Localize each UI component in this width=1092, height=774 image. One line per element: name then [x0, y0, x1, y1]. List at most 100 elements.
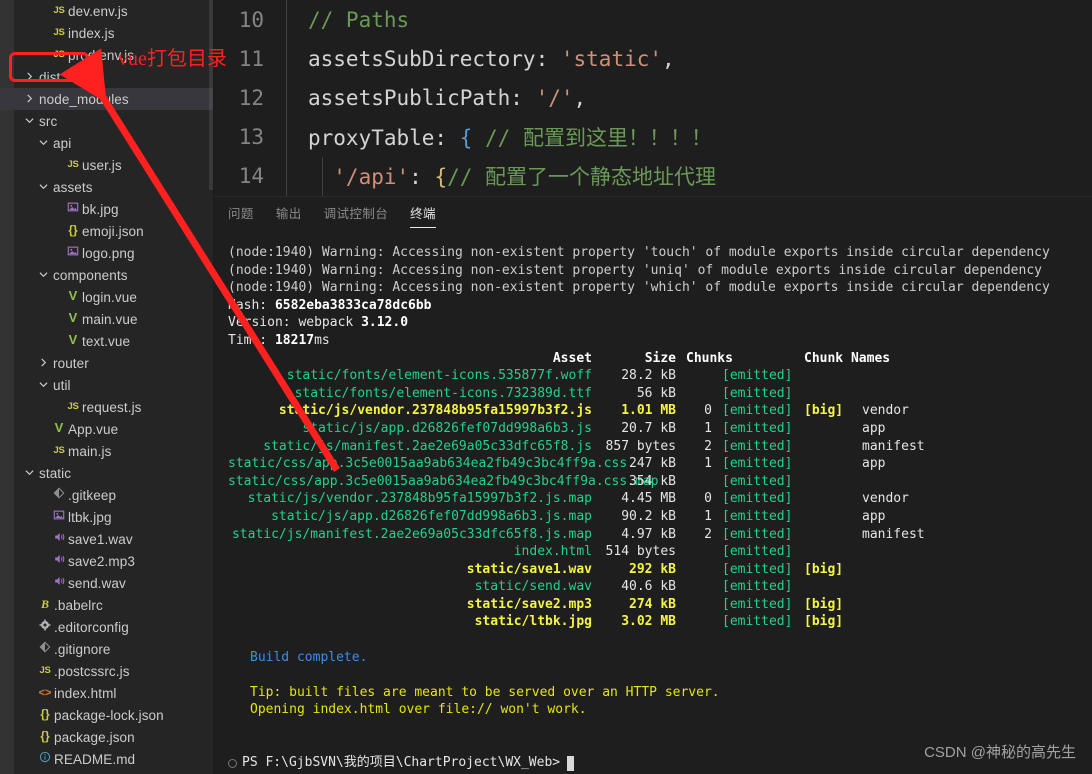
chevron-down-icon[interactable]: [22, 462, 36, 484]
panel-tab-1[interactable]: 输出: [276, 203, 302, 228]
file-explorer-sidebar[interactable]: JS dev.env.js JS index.js JS prod.env.js dist n…: [0, 0, 214, 774]
chevron-right-icon[interactable]: [22, 88, 36, 110]
tree-item-bk-jpg[interactable]: bk.jpg: [0, 198, 213, 220]
tree-item-text-vue[interactable]: Vtext.vue: [0, 330, 213, 352]
tree-item-src[interactable]: src: [0, 110, 213, 132]
terminal-output[interactable]: (node:1940) Warning: Accessing non-exist…: [214, 228, 1092, 774]
tree-item-main-vue[interactable]: Vmain.vue: [0, 308, 213, 330]
tree-item-components[interactable]: components: [0, 264, 213, 286]
tree-item-label: index.html: [54, 685, 117, 701]
tree-item-postcssrc-js[interactable]: JS .postcssrc.js: [0, 660, 213, 682]
tree-item-package-json[interactable]: {} package.json: [0, 726, 213, 748]
tree-item-request-js[interactable]: JS request.js: [0, 396, 213, 418]
asset-name: static/js/vendor.237848b95fa15997b3f2.js: [278, 403, 592, 419]
terminal-text: Hash:: [228, 297, 275, 313]
tree-item-main-js[interactable]: JS main.js: [0, 440, 213, 462]
tree-item-label: package-lock.json: [54, 707, 164, 723]
tree-item-editorconfig[interactable]: .editorconfig: [0, 616, 213, 638]
asset-big-flag: [804, 420, 862, 438]
code-line[interactable]: 12 assetsPublicPath: '/',: [214, 78, 1092, 118]
asset-big-flag: [big]: [804, 614, 844, 630]
chevron-down-icon[interactable]: [36, 264, 50, 286]
tree-item-app-vue[interactable]: V App.vue: [0, 418, 213, 440]
panel-tab-bar[interactable]: 问题 输出 调试控制台 终端: [214, 197, 1092, 228]
tree-item-readme-md[interactable]: README.md: [0, 748, 213, 770]
line-number: 11: [238, 46, 264, 71]
tree-item-router[interactable]: router: [0, 352, 213, 374]
tree-item-send-wav[interactable]: send.wav: [0, 572, 213, 594]
terminal-text: 18217: [274, 332, 315, 348]
terminal-blank: [228, 666, 1092, 684]
panel-tab-2[interactable]: 调试控制台: [324, 203, 389, 228]
git-file-icon: [50, 484, 68, 506]
tree-item-save2-mp3[interactable]: save2.mp3: [0, 550, 213, 572]
code-line[interactable]: 13 proxyTable: { // 配置到这里！！！！: [214, 117, 1092, 157]
terminal-tip-line-1: Tip: built files are meant to be served …: [228, 684, 1092, 702]
asset-table-row: static/ltbk.jpg 3.02 MB [emitted] [big]: [228, 613, 1092, 631]
tree-item-dist[interactable]: dist: [0, 66, 213, 88]
chevron-down-icon[interactable]: [22, 110, 36, 132]
tree-item-gitignore[interactable]: .gitignore: [0, 638, 213, 660]
chevron-right-icon[interactable]: [22, 66, 36, 88]
asset-emitted: [emitted]: [722, 614, 793, 630]
code-content: assetsPublicPath: '/',: [286, 78, 1092, 118]
tree-item-label: request.js: [82, 399, 142, 415]
panel-tab-3[interactable]: 终端: [410, 203, 436, 228]
asset-chunk-name: [862, 385, 1002, 403]
tree-item-emoji-json[interactable]: {} emoji.json: [0, 220, 213, 242]
js-file-icon: JS: [53, 27, 65, 38]
code-editor[interactable]: 10 // Paths 11 assetsSubDirectory: 'static'…: [214, 0, 1092, 196]
build-complete-text: Build complete.: [250, 649, 368, 665]
tree-item-index-html[interactable]: <> index.html: [0, 682, 213, 704]
tree-item-prod-env-js[interactable]: JS prod.env.js: [0, 44, 213, 66]
terminal-blank: [228, 631, 1092, 649]
tree-item-logo-png[interactable]: logo.png: [0, 242, 213, 264]
asset-emitted: [emitted]: [722, 526, 793, 542]
file-tree[interactable]: JS dev.env.js JS index.js JS prod.env.js dist n…: [0, 0, 213, 770]
asset-chunk-name: [862, 543, 1002, 561]
asset-name: static/ltbk.jpg: [474, 614, 592, 630]
tree-item-save1-wav[interactable]: save1.wav: [0, 528, 213, 550]
sidebar-scrollbar[interactable]: [209, 0, 213, 190]
asset-emitted: [emitted]: [722, 438, 793, 454]
header-chunks: Chunks: [686, 350, 733, 366]
tree-item-dev-env-js[interactable]: JS dev.env.js: [0, 0, 213, 22]
info-file-icon: [36, 748, 54, 770]
tree-item-util[interactable]: util: [0, 374, 213, 396]
tree-item-package-lock-json[interactable]: {} package-lock.json: [0, 704, 213, 726]
tree-item-ltbk-jpg[interactable]: ltbk.jpg: [0, 506, 213, 528]
code-tokens: // Paths: [286, 8, 409, 32]
tip-text-1: Tip: built files are meant to be served …: [250, 684, 720, 700]
code-line[interactable]: 14 '/api': {// 配置了一个静态地址代理: [214, 156, 1092, 196]
tree-item-label: save2.mp3: [68, 553, 135, 569]
tree-item-babelrc[interactable]: B .babelrc: [0, 594, 213, 616]
code-line[interactable]: 11 assetsSubDirectory: 'static',: [214, 39, 1092, 79]
tree-item-static[interactable]: static: [0, 462, 213, 484]
asset-size: 292 kB: [629, 561, 676, 577]
chevron-down-icon[interactable]: [36, 374, 50, 396]
asset-chunks: [676, 367, 712, 385]
chevron-down-icon[interactable]: [36, 132, 50, 154]
tree-item-login-vue[interactable]: Vlogin.vue: [0, 286, 213, 308]
code-token-prop: assetsPublicPath:: [308, 85, 536, 110]
tree-item-index-js[interactable]: JS index.js: [0, 22, 213, 44]
chevron-down-icon[interactable]: [36, 176, 50, 198]
tree-item-label: .editorconfig: [54, 619, 129, 635]
tree-item-gitkeep[interactable]: .gitkeep: [0, 484, 213, 506]
terminal-time-line: Time: 18217ms: [228, 332, 1092, 350]
tree-item-assets[interactable]: assets: [0, 176, 213, 198]
chevron-right-icon[interactable]: [36, 352, 50, 374]
code-token-str: '/': [535, 85, 574, 110]
code-token-punct: ,: [573, 85, 587, 110]
tree-item-label: static: [39, 465, 72, 481]
panel-tab-0[interactable]: 问题: [228, 203, 254, 228]
tree-item-node-modules[interactable]: node_modules: [0, 88, 213, 110]
tree-item-user-js[interactable]: JS user.js: [0, 154, 213, 176]
asset-chunk-name: [862, 473, 1002, 491]
asset-big-flag: [804, 455, 862, 473]
code-line[interactable]: 10 // Paths: [214, 0, 1092, 40]
asset-name: static/js/app.d26826fef07dd998a6b3.js.ma…: [271, 508, 592, 524]
git-file-icon: [36, 638, 54, 660]
tree-item-api[interactable]: api: [0, 132, 213, 154]
line-number: 14: [238, 164, 264, 189]
